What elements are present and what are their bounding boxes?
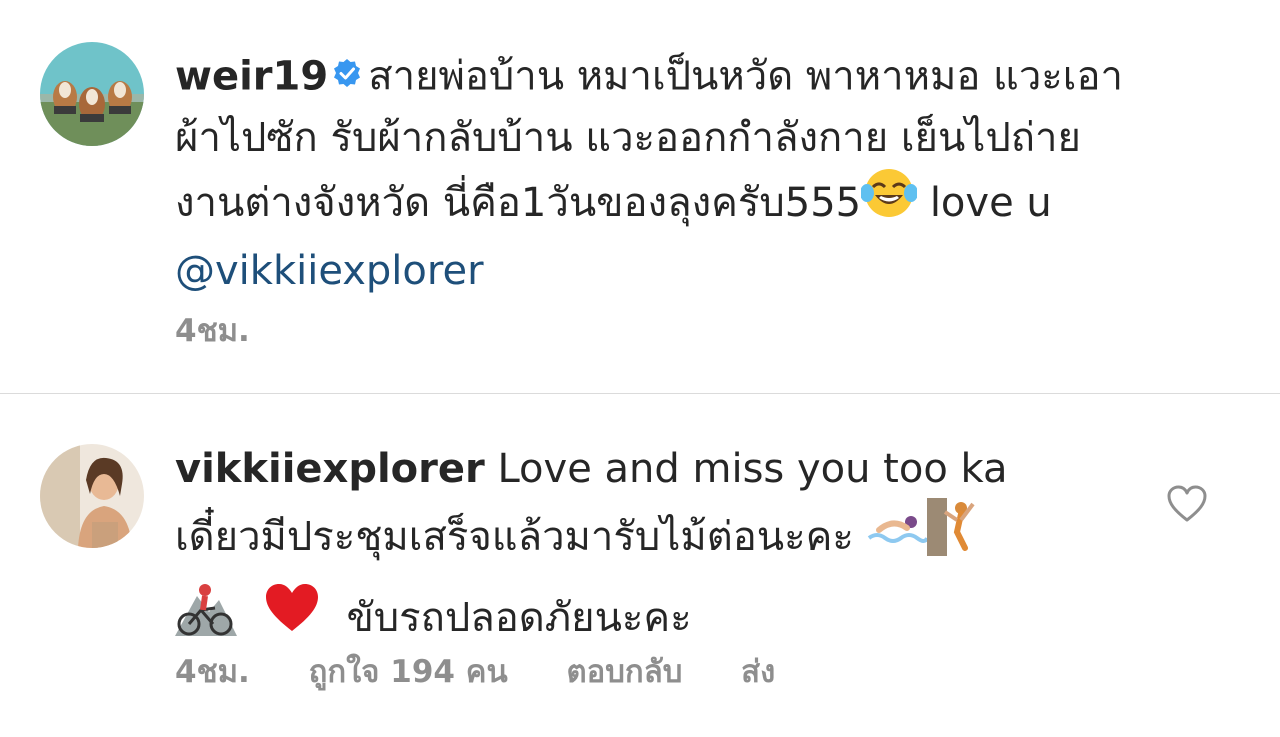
timestamp: 4ชม. xyxy=(175,313,250,349)
likes-count[interactable]: ถูกใจ 194 คน xyxy=(309,654,508,690)
comment-text-part: เดี๋ยวมีประชุมเสร็จแล้วมารับไม้ต่อนะคะ xyxy=(175,514,854,560)
username[interactable]: weir19 xyxy=(175,54,328,100)
comment-line-3: งานต่างจังหวัด นี่คือ1วันของลุงครับ555 l… xyxy=(175,167,1235,243)
comment-vikkiiexplorer: vikkiiexplorer Love and miss you too ka … xyxy=(0,394,1280,737)
verified-badge-icon xyxy=(332,47,362,104)
avatar-vikkiiexplorer[interactable] xyxy=(40,444,144,548)
comment-text: Love and miss you too ka xyxy=(497,446,1008,492)
comment-text-part: งานต่างจังหวัด นี่คือ1วันของลุงครับ555 xyxy=(175,180,862,226)
comment-body: weir19 สายพ่อบ้าน หมาเป็นหวัด พาหาหมอ แวะ… xyxy=(175,47,1235,300)
red-heart-emoji-icon xyxy=(264,583,320,649)
comment-weir19: weir19 สายพ่อบ้าน หมาเป็นหวัด พาหาหมอ แวะ… xyxy=(0,0,1280,393)
avatar-weir19[interactable] xyxy=(40,42,144,146)
comment-text-part: ขับรถปลอดภัยนะคะ xyxy=(346,595,692,641)
mountain-biker-emoji-icon xyxy=(175,580,237,652)
comment-text: สายพ่อบ้าน หมาเป็นหวัด พาหาหมอ แวะเอา xyxy=(368,53,1123,100)
comment-text-part: love u xyxy=(929,180,1052,226)
swimmer-emoji-icon xyxy=(867,507,929,564)
profile-photo-icon xyxy=(40,444,144,548)
username[interactable]: vikkiiexplorer xyxy=(175,446,485,492)
climber-emoji-icon xyxy=(926,498,979,572)
like-heart-icon[interactable] xyxy=(1166,484,1208,524)
reply-button[interactable]: ตอบกลับ xyxy=(567,654,683,690)
dogs-photo-icon xyxy=(40,42,144,146)
comment-line-1: vikkiiexplorer Love and miss you too ka xyxy=(175,441,1135,498)
comment-line-2: เดี๋ยวมีประชุมเสร็จแล้วมารับไม้ต่อนะคะ xyxy=(175,498,1135,580)
timestamp: 4ชม. xyxy=(175,654,250,690)
send-button[interactable]: ส่ง xyxy=(741,654,775,690)
comment-body: vikkiiexplorer Love and miss you too ka … xyxy=(175,441,1135,660)
mention-link[interactable]: @vikkiiexplorer xyxy=(175,243,1235,300)
comment-meta: 4ชม. ถูกใจ 194 คน ตอบกลับ ส่ง xyxy=(175,646,823,696)
comment-line-1: weir19 สายพ่อบ้าน หมาเป็นหวัด พาหาหมอ แวะ… xyxy=(175,47,1235,110)
comment-line-2: ผ้าไปซัก รับผ้ากลับบ้าน แวะออกกำลังกาย เ… xyxy=(175,115,1081,161)
comment-meta: 4ชม. xyxy=(175,305,298,355)
tears-of-joy-emoji-icon xyxy=(860,167,919,235)
